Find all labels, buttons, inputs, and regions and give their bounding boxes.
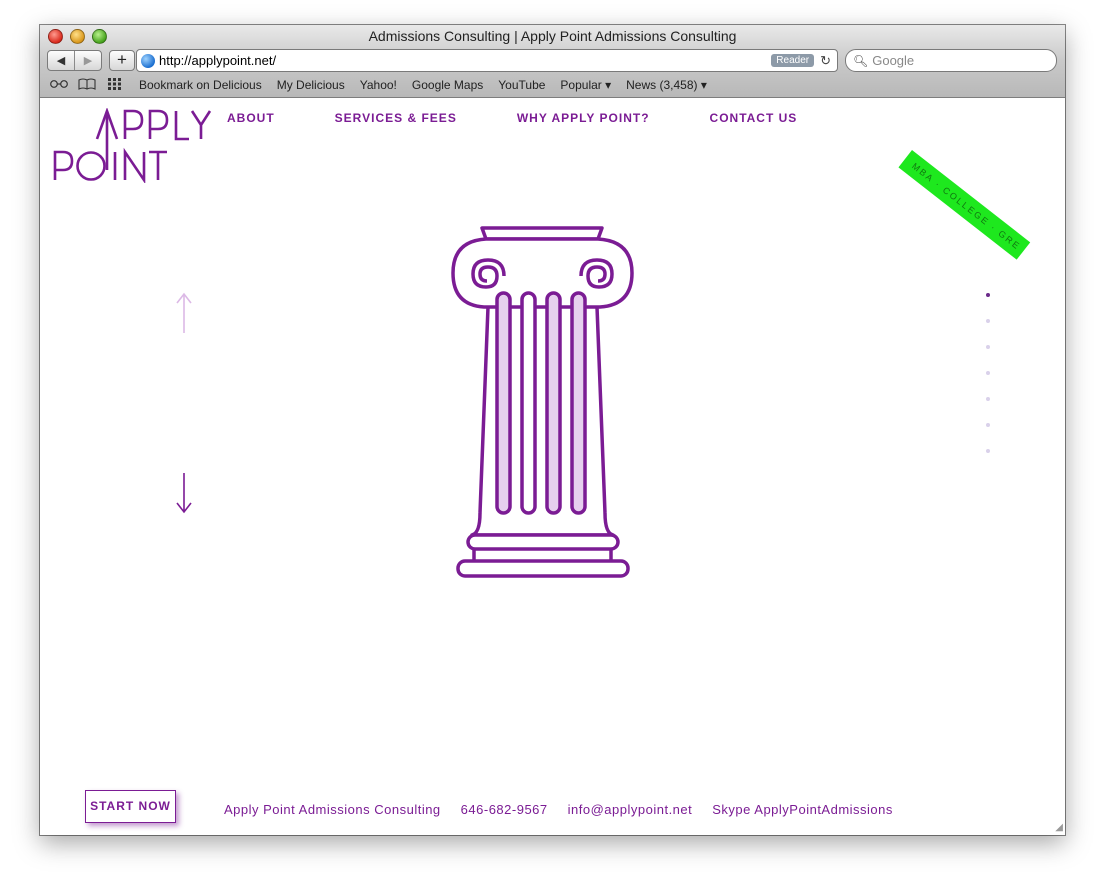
- footer-phone[interactable]: 646-682-9567: [461, 802, 548, 817]
- slide-dot[interactable]: [986, 397, 990, 401]
- bookmark-google-maps[interactable]: Google Maps: [412, 78, 483, 92]
- footer-skype[interactable]: Skype ApplyPointAdmissions: [712, 802, 893, 817]
- globe-icon: [141, 53, 155, 68]
- slide-dot[interactable]: [986, 449, 990, 453]
- bookmark-youtube[interactable]: YouTube: [498, 78, 545, 92]
- slide-indicator: [986, 293, 990, 475]
- slide-dot[interactable]: [986, 423, 990, 427]
- slide-dot[interactable]: [986, 293, 990, 297]
- start-now-button[interactable]: START NOW: [85, 790, 176, 823]
- window-title: Admissions Consulting | Apply Point Admi…: [368, 28, 737, 44]
- browser-window: Admissions Consulting | Apply Point Admi…: [40, 25, 1065, 835]
- bookmarks-book-icon[interactable]: [78, 77, 96, 93]
- nav-why-apply-point[interactable]: WHY APPLY POINT?: [517, 111, 650, 125]
- resize-grip-icon[interactable]: ◢: [1055, 822, 1063, 833]
- footer-email[interactable]: info@applypoint.net: [568, 802, 693, 817]
- add-bookmark-button[interactable]: +: [109, 50, 135, 71]
- apply-point-logo[interactable]: [53, 107, 213, 188]
- history-buttons: ◀ ▶: [47, 50, 102, 71]
- web-page: ABOUT SERVICES & FEES WHY APPLY POINT? C…: [40, 98, 1065, 835]
- bookmark-popular-menu[interactable]: Popular ▾: [560, 78, 611, 92]
- arrow-up-icon[interactable]: [176, 291, 192, 340]
- bookmark-delicious[interactable]: Bookmark on Delicious: [139, 78, 262, 92]
- search-placeholder: Google: [872, 53, 915, 68]
- reader-button[interactable]: Reader: [771, 54, 815, 67]
- footer-company: Apply Point Admissions Consulting: [224, 802, 441, 817]
- arrow-down-icon[interactable]: [176, 471, 192, 520]
- main-nav: ABOUT SERVICES & FEES WHY APPLY POINT? C…: [227, 111, 797, 125]
- slide-dot[interactable]: [986, 371, 990, 375]
- reload-icon[interactable]: ↻: [820, 53, 831, 69]
- search-field[interactable]: 🔍︎ Google: [845, 49, 1057, 72]
- top-sites-grid-icon[interactable]: [106, 77, 124, 93]
- nav-about[interactable]: ABOUT: [227, 111, 275, 125]
- slide-dot[interactable]: [986, 319, 990, 323]
- address-bar[interactable]: http://applypoint.net/ Reader ↻: [136, 49, 838, 72]
- bookmark-news-menu[interactable]: News (3,458) ▾: [626, 78, 707, 92]
- nav-contact-us[interactable]: CONTACT US: [710, 111, 798, 125]
- forward-button[interactable]: ▶: [74, 51, 101, 70]
- footer-contact: Apply Point Admissions Consulting 646-68…: [224, 802, 913, 817]
- ionic-column-illustration: [450, 223, 635, 588]
- bookmark-yahoo[interactable]: Yahoo!: [360, 78, 397, 92]
- corner-ribbon[interactable]: MBA · COLLEGE · GRE: [898, 150, 1031, 260]
- reading-list-icon[interactable]: [50, 78, 68, 92]
- search-icon: 🔍︎: [853, 53, 869, 68]
- slide-dot[interactable]: [986, 345, 990, 349]
- bookmarks-bar: Bookmark on Delicious My Delicious Yahoo…: [40, 75, 1065, 95]
- url-field[interactable]: http://applypoint.net/: [159, 53, 771, 68]
- back-button[interactable]: ◀: [48, 51, 74, 70]
- bookmark-my-delicious[interactable]: My Delicious: [277, 78, 345, 92]
- browser-toolbar: Admissions Consulting | Apply Point Admi…: [40, 25, 1065, 98]
- nav-services-fees[interactable]: SERVICES & FEES: [335, 111, 457, 125]
